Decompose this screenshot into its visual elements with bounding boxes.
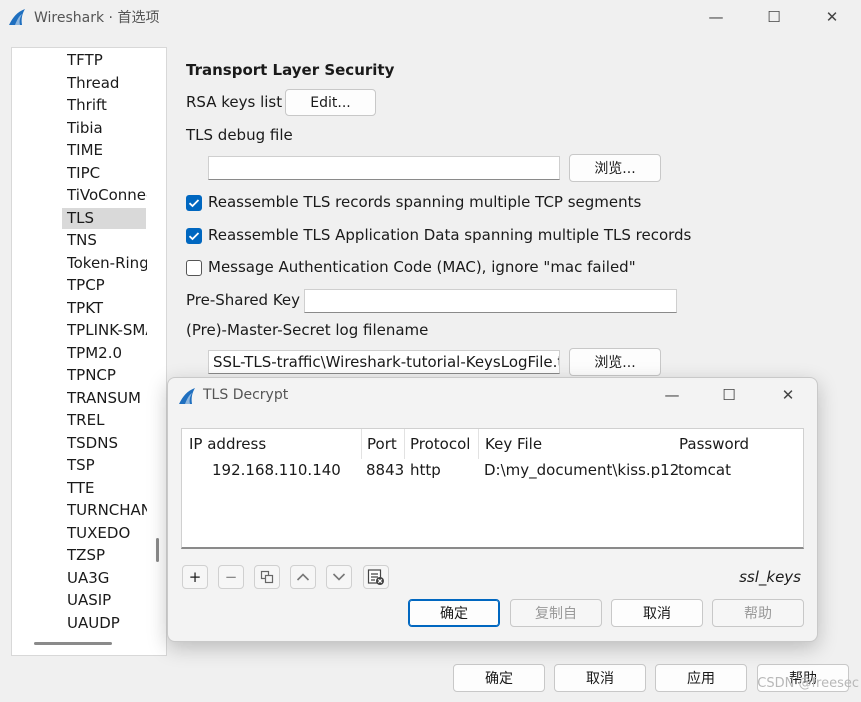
sidebar-item-thrift[interactable]: Thrift: [67, 95, 147, 116]
sidebar-item-tuxedo[interactable]: TUXEDO: [67, 523, 147, 544]
keys-table[interactable]: IP address Port Protocol Key File Passwo…: [181, 428, 804, 549]
column-header[interactable]: Password: [679, 435, 749, 453]
sidebar-item-tzsp[interactable]: TZSP: [67, 545, 147, 566]
sidebar-item-tivoconnect[interactable]: TiVoConnect: [67, 185, 147, 206]
cell-ip[interactable]: 192.168.110.140: [212, 461, 341, 479]
psk-input[interactable]: [304, 289, 677, 313]
scrollbar-thumb[interactable]: [156, 538, 159, 562]
reassemble-appdata-checkbox[interactable]: [186, 228, 202, 244]
move-down-button[interactable]: [326, 565, 352, 589]
keylog-file-input[interactable]: SSL-TLS-traffic\Wireshark-tutorial-KeysL…: [208, 350, 560, 374]
browse-debug-button[interactable]: 浏览...: [569, 154, 661, 182]
sidebar-item-tibia[interactable]: Tibia: [67, 118, 147, 139]
sidebar-item-tsdns[interactable]: TSDNS: [67, 433, 147, 454]
maximize-icon[interactable]: ☐: [762, 6, 786, 28]
sidebar-item-token-ring[interactable]: Token-Ring: [67, 253, 147, 274]
sidebar-item-uaudp[interactable]: UAUDP: [67, 613, 147, 634]
apply-button[interactable]: 应用: [655, 664, 747, 692]
sidebar-item-time[interactable]: TIME: [67, 140, 147, 161]
sidebar-item-tipc[interactable]: TIPC: [67, 163, 147, 184]
sidebar-item-tpncp[interactable]: TPNCP: [67, 365, 147, 386]
psk-label: Pre-Shared Key: [186, 291, 301, 309]
cancel-button[interactable]: 取消: [554, 664, 646, 692]
window-title: Wireshark · 首选项: [34, 10, 160, 26]
maximize-icon[interactable]: ☐: [717, 384, 741, 406]
dialog-cancel-button[interactable]: 取消: [611, 599, 703, 627]
section-title: Transport Layer Security: [186, 61, 395, 79]
copy-from-button[interactable]: 复制自: [510, 599, 602, 627]
uat-name-label: ssl_keys: [739, 568, 801, 586]
sidebar-item-tte[interactable]: TTE: [67, 478, 147, 499]
move-up-button[interactable]: [290, 565, 316, 589]
column-divider: [361, 429, 362, 459]
chevron-down-icon: [332, 573, 346, 581]
debug-file-label: TLS debug file: [186, 126, 293, 144]
remove-entry-button[interactable]: −: [218, 565, 244, 589]
clear-entries-button[interactable]: [363, 565, 389, 589]
sidebar-item-ua3g[interactable]: UA3G: [67, 568, 147, 589]
browse-keylog-button[interactable]: 浏览...: [569, 348, 661, 376]
reassemble-appdata-label: Reassemble TLS Application Data spanning…: [208, 226, 692, 244]
chevron-up-icon: [296, 573, 310, 581]
add-entry-button[interactable]: +: [182, 565, 208, 589]
cell-password[interactable]: tomcat: [678, 461, 731, 479]
sidebar-item-trel[interactable]: TREL: [67, 410, 147, 431]
wireshark-fin-icon: [177, 386, 197, 410]
reassemble-records-label: Reassemble TLS records spanning multiple…: [208, 193, 642, 211]
rsa-keys-label: RSA keys list: [186, 93, 283, 111]
dialog-help-button[interactable]: 帮助: [712, 599, 804, 627]
cell-protocol[interactable]: http: [410, 461, 441, 479]
keylog-label: (Pre)-Master-Secret log filename: [186, 321, 429, 339]
sidebar-item-tns[interactable]: TNS: [67, 230, 147, 251]
sidebar-item-tftp[interactable]: TFTP: [67, 50, 147, 71]
reassemble-records-checkbox[interactable]: [186, 195, 202, 211]
sidebar-item-turnchannel[interactable]: TURNCHANNEL: [67, 500, 147, 521]
mac-ignore-checkbox[interactable]: [186, 260, 202, 276]
close-icon[interactable]: ✕: [776, 384, 800, 406]
tls-decrypt-dialog: TLS Decrypt — ☐ ✕ IP address Port Protoc…: [167, 377, 818, 642]
title-bar: Wireshark · 首选项 — ☐ ✕: [0, 0, 861, 34]
wireshark-fin-icon: [7, 7, 27, 31]
debug-file-input[interactable]: [208, 156, 560, 180]
sidebar-item-tpm2-0[interactable]: TPM2.0: [67, 343, 147, 364]
mac-ignore-label: Message Authentication Code (MAC), ignor…: [208, 258, 636, 276]
sidebar-item-thread[interactable]: Thread: [67, 73, 147, 94]
rsa-edit-button[interactable]: Edit...: [285, 89, 376, 116]
clear-list-icon: [367, 569, 384, 585]
copy-icon: [260, 570, 274, 584]
sidebar-item-transum[interactable]: TRANSUM: [67, 388, 147, 409]
copy-entry-button[interactable]: [254, 565, 280, 589]
sidebar-item-uasip[interactable]: UASIP: [67, 590, 147, 611]
column-header[interactable]: Key File: [485, 435, 542, 453]
sidebar-item-tls[interactable]: TLS: [62, 207, 146, 229]
checkmark-icon: [188, 232, 200, 241]
dialog-title: TLS Decrypt: [203, 387, 289, 403]
horizontal-scrollbar[interactable]: [12, 636, 152, 652]
column-header[interactable]: IP address: [189, 435, 266, 453]
cell-key-file[interactable]: D:\my_document\kiss.p12: [484, 461, 679, 479]
sidebar-item-tsp[interactable]: TSP: [67, 455, 147, 476]
dialog-ok-button[interactable]: 确定: [408, 599, 500, 627]
column-divider: [478, 429, 479, 459]
column-divider: [404, 429, 405, 459]
column-header[interactable]: Protocol: [410, 435, 470, 453]
sidebar-item-tplink-smarthome[interactable]: TPLINK-SMARTHOME: [67, 320, 147, 341]
watermark: CSDN @freesec: [757, 676, 859, 691]
minimize-icon[interactable]: —: [660, 384, 684, 406]
protocol-tree[interactable]: TFTPThreadThriftTibiaTIMETIPCTiVoConnect…: [11, 47, 167, 656]
close-icon[interactable]: ✕: [820, 6, 844, 28]
vertical-scrollbar[interactable]: [152, 48, 166, 633]
scrollbar-thumb[interactable]: [34, 642, 112, 645]
cell-port[interactable]: 8843: [366, 461, 404, 479]
sidebar-item-tpcp[interactable]: TPCP: [67, 275, 147, 296]
column-header[interactable]: Port: [367, 435, 397, 453]
ok-button[interactable]: 确定: [453, 664, 545, 692]
checkmark-icon: [188, 199, 200, 208]
sidebar-item-tpkt[interactable]: TPKT: [67, 298, 147, 319]
minimize-icon[interactable]: —: [704, 6, 728, 28]
